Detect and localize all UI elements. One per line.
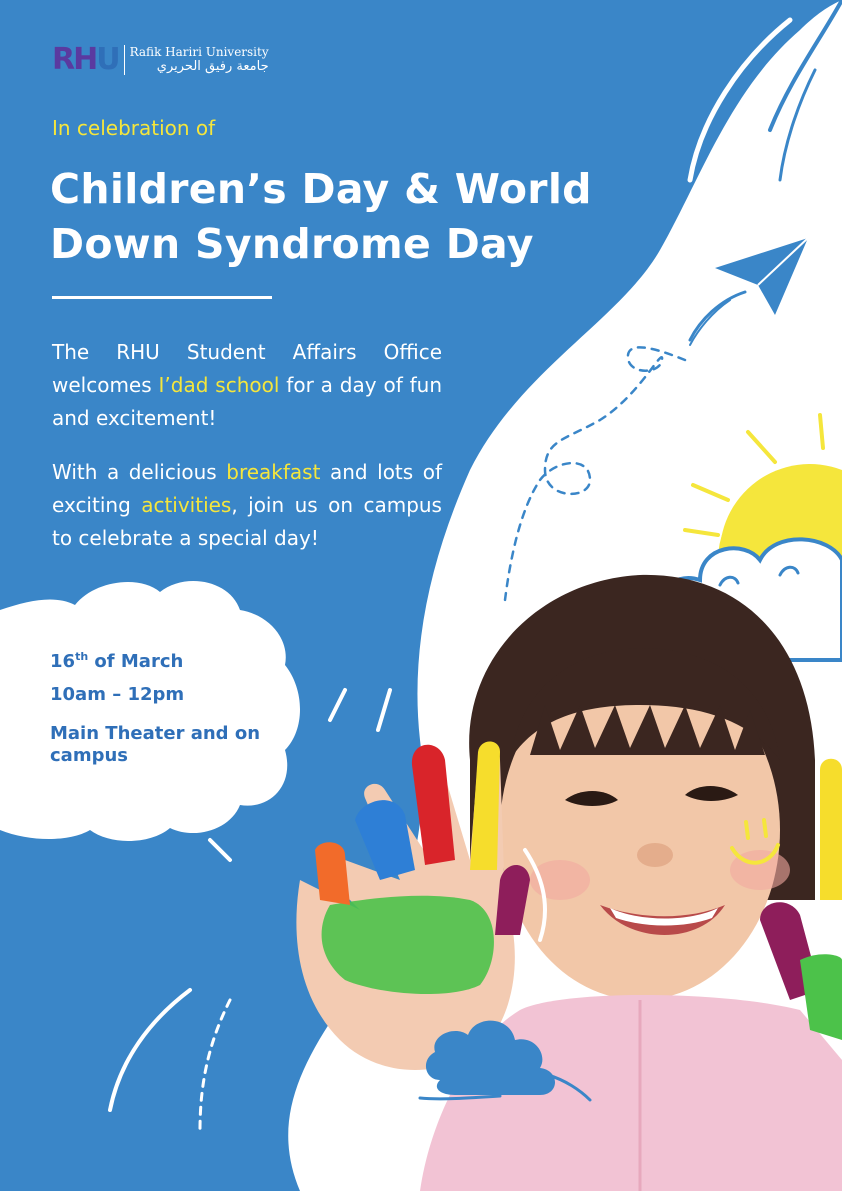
logo-name-english: Rafik Hariri University [129, 45, 269, 59]
title-line-1: Children’s Day & World [50, 165, 592, 213]
poster: RHU Rafik Hariri University جامعة رفيق ا… [0, 0, 842, 1191]
logo-divider [123, 45, 125, 75]
title-line-2: Down Syndrome Day [50, 220, 534, 268]
logo-mark-letters: RH [52, 42, 98, 77]
date-month: of March [88, 651, 184, 672]
date-suffix: th [75, 650, 89, 663]
details-highlight-breakfast: breakfast [226, 460, 321, 484]
logo-mark-u: U [96, 42, 120, 77]
event-venue: Main Theater and on campus [50, 723, 261, 766]
info-cloud-shape [0, 580, 300, 842]
event-date: 16th of March [50, 646, 183, 673]
logo-name-arabic: جامعة رفيق الحريري [156, 59, 269, 74]
details-paragraph: With a delicious breakfast and lots of e… [52, 456, 442, 555]
intro-highlight-school: I’dad school [158, 373, 280, 397]
poster-title: Children’s Day & World Down Syndrome Day [50, 162, 610, 272]
kicker-text: In celebration of [52, 116, 216, 140]
logo-mark: RHU [52, 42, 121, 77]
event-time: 10am – 12pm [50, 684, 185, 705]
title-underline [52, 296, 272, 299]
date-day: 16 [50, 651, 76, 672]
logo-text: Rafik Hariri University جامعة رفيق الحري… [130, 45, 269, 75]
intro-paragraph: The RHU Student Affairs Office welcomes … [52, 336, 442, 435]
details-highlight-activities: activities [141, 493, 232, 517]
details-text-1: With a delicious [52, 460, 227, 484]
university-logo[interactable]: RHU Rafik Hariri University جامعة رفيق ا… [52, 44, 269, 76]
